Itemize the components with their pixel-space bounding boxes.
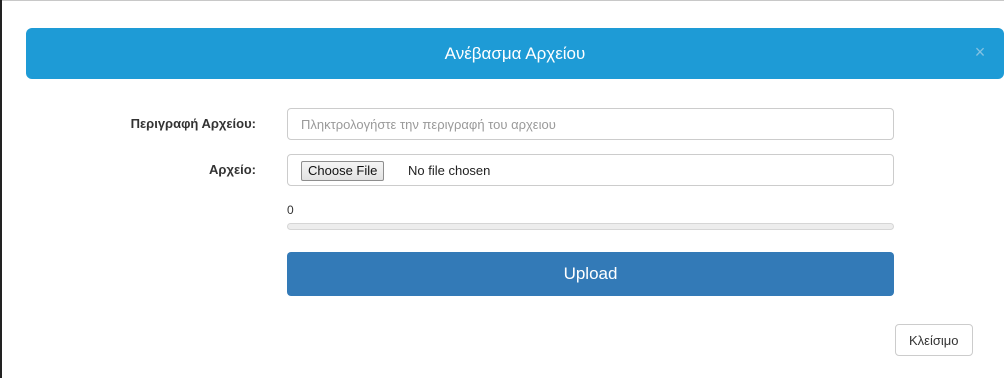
file-status: No file chosen (408, 163, 491, 178)
choose-file-button[interactable]: Choose File (301, 161, 385, 181)
upload-modal: Ανέβασμα Αρχείου × Περιγραφή Αρχείου: Αρ… (26, 0, 1004, 378)
modal-title: Ανέβασμα Αρχείου (444, 44, 586, 63)
close-icon[interactable]: × (970, 42, 990, 62)
upload-button[interactable]: Upload (287, 252, 894, 296)
page: Ανέβασμα Αρχείου × Περιγραφή Αρχείου: Αρ… (0, 0, 1004, 378)
left-border (0, 0, 2, 378)
close-button[interactable]: Κλείσιμο (895, 324, 973, 356)
file-input[interactable]: Choose File No file chosen (287, 154, 894, 186)
description-input[interactable] (287, 108, 894, 140)
modal-header: Ανέβασμα Αρχείου × (26, 28, 1004, 79)
progress-bar (287, 223, 894, 230)
description-label: Περιγραφή Αρχείου: (130, 116, 256, 131)
progress-value: 0 (287, 203, 294, 217)
file-label: Αρχείο: (209, 162, 256, 177)
